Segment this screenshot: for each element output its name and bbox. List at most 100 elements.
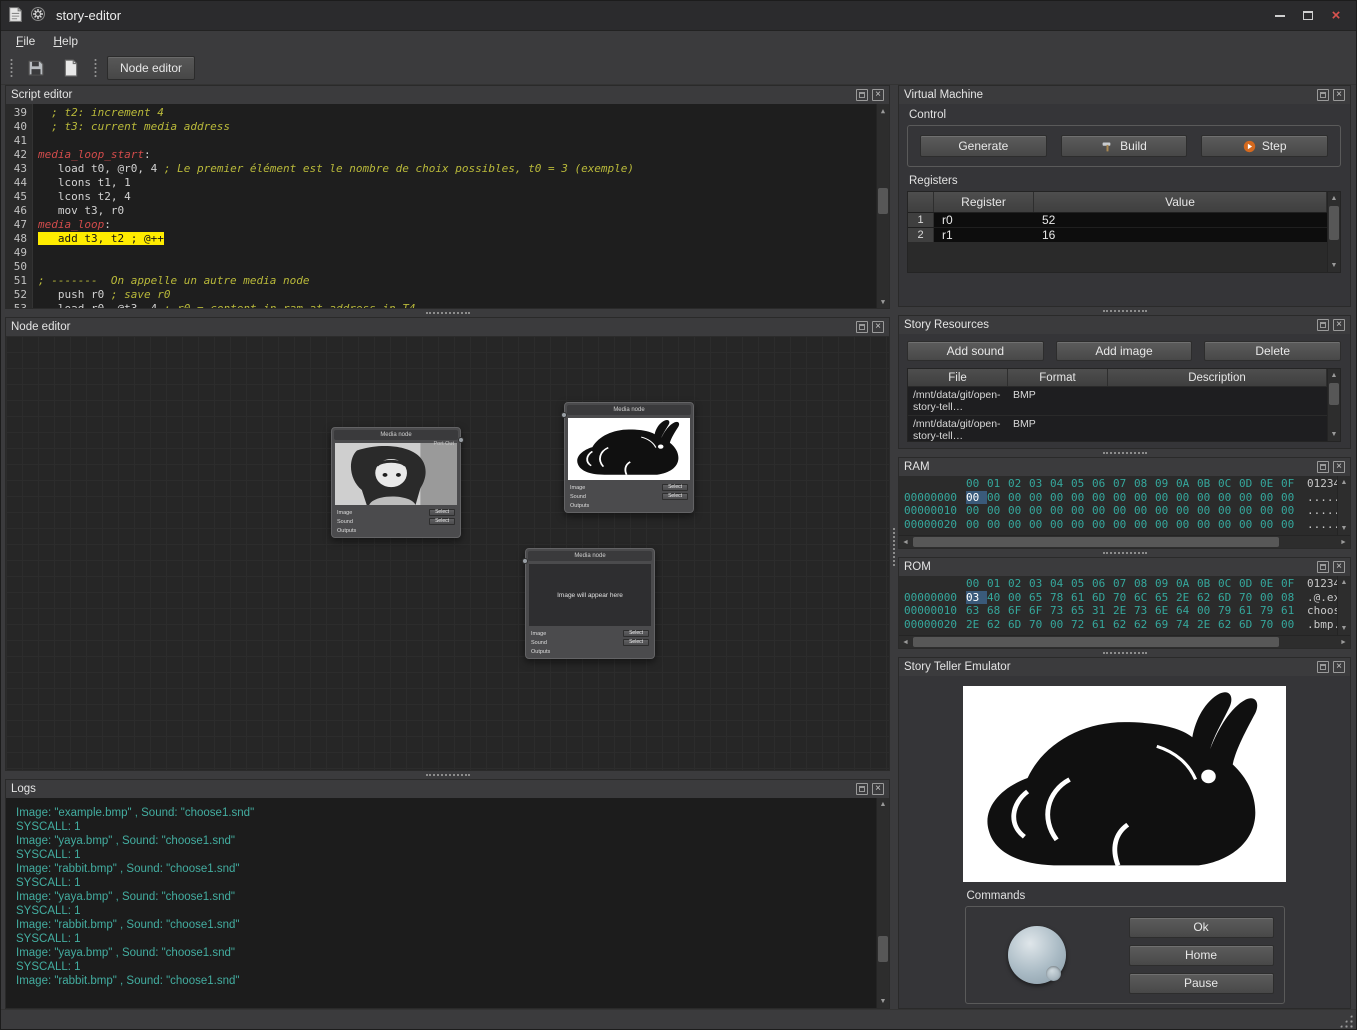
close-panel-icon[interactable]: × bbox=[1333, 89, 1345, 101]
hex-byte-cell[interactable]: 2E bbox=[1176, 591, 1197, 605]
hex-byte-cell[interactable]: 00 bbox=[1197, 518, 1218, 532]
hex-byte-cell[interactable]: 00 bbox=[1134, 504, 1155, 518]
hex-byte-cell[interactable]: 68 bbox=[987, 604, 1008, 618]
hex-byte-cell[interactable]: 00 bbox=[1008, 504, 1029, 518]
hex-byte-cell[interactable]: 61 bbox=[1239, 604, 1260, 618]
hex-byte-cell[interactable]: 00 bbox=[1197, 491, 1218, 505]
hex-byte-cell[interactable]: 00 bbox=[966, 491, 987, 505]
resize-grip[interactable] bbox=[1339, 1014, 1353, 1028]
hex-byte-cell[interactable]: 6D bbox=[1008, 618, 1029, 632]
float-panel-icon[interactable] bbox=[856, 783, 868, 795]
hex-byte-cell[interactable]: 03 bbox=[966, 591, 987, 605]
register-value-cell[interactable]: 52 bbox=[1034, 213, 1327, 227]
hex-byte-cell[interactable]: 00 bbox=[1134, 491, 1155, 505]
float-panel-icon[interactable] bbox=[1317, 661, 1329, 673]
file-column-header[interactable]: File bbox=[908, 369, 1008, 386]
hex-byte-cell[interactable]: 6E bbox=[1155, 604, 1176, 618]
hex-byte-cell[interactable]: 62 bbox=[1113, 618, 1134, 632]
hex-byte-cell[interactable]: 00 bbox=[966, 518, 987, 532]
hex-byte-cell[interactable]: 00 bbox=[1008, 491, 1029, 505]
hex-byte-cell[interactable]: 65 bbox=[1155, 591, 1176, 605]
rom-vscrollbar[interactable]: ▲ ▼ bbox=[1337, 576, 1350, 635]
hex-byte-cell[interactable]: 00 bbox=[1197, 604, 1218, 618]
hex-byte-cell[interactable]: 00 bbox=[1050, 504, 1071, 518]
menu-help[interactable]: Help bbox=[44, 33, 87, 49]
hex-byte-cell[interactable]: 00 bbox=[1260, 518, 1281, 532]
ram-vscrollbar[interactable]: ▲ ▼ bbox=[1337, 476, 1350, 535]
hex-byte-cell[interactable]: 62 bbox=[1134, 618, 1155, 632]
ram-hex[interactable]: 000102030405060708090A0B0C0D0E0F01234567… bbox=[899, 476, 1337, 535]
scroll-down-icon[interactable]: ▼ bbox=[877, 295, 889, 308]
hex-byte-cell[interactable]: 00 bbox=[1071, 504, 1092, 518]
media-node-3[interactable]: Media node Image will appear here ImageS… bbox=[525, 548, 655, 659]
hex-byte-cell[interactable]: 00 bbox=[1050, 491, 1071, 505]
build-button[interactable]: Build bbox=[1061, 135, 1188, 157]
hex-byte-cell[interactable]: 70 bbox=[1260, 618, 1281, 632]
hex-byte-cell[interactable]: 00 bbox=[1008, 518, 1029, 532]
hex-byte-cell[interactable]: 00 bbox=[987, 504, 1008, 518]
select-sound-button[interactable]: Select bbox=[429, 518, 455, 525]
ok-button[interactable]: Ok bbox=[1129, 917, 1274, 938]
hex-byte-cell[interactable]: 00 bbox=[1176, 518, 1197, 532]
node-canvas[interactable]: Media node Port Out ImageSelect SoundSel… bbox=[6, 336, 889, 770]
hex-byte-cell[interactable]: 00 bbox=[1113, 491, 1134, 505]
hex-byte-cell[interactable]: 00 bbox=[1260, 504, 1281, 518]
hex-byte-cell[interactable]: 2E bbox=[966, 618, 987, 632]
float-panel-icon[interactable] bbox=[856, 321, 868, 333]
hex-byte-cell[interactable]: 69 bbox=[1155, 618, 1176, 632]
register-name-cell[interactable]: r1 bbox=[934, 228, 1034, 242]
hex-byte-cell[interactable]: 6F bbox=[1008, 604, 1029, 618]
hex-byte-cell[interactable]: 00 bbox=[1071, 518, 1092, 532]
select-image-button[interactable]: Select bbox=[662, 484, 688, 491]
scroll-down-icon[interactable]: ▼ bbox=[1328, 428, 1340, 441]
resource-format-cell[interactable]: BMP bbox=[1008, 416, 1108, 442]
select-sound-button[interactable]: Select bbox=[662, 493, 688, 500]
select-image-button[interactable]: Select bbox=[623, 630, 649, 637]
splitter-handle[interactable] bbox=[898, 307, 1351, 315]
format-column-header[interactable]: Format bbox=[1008, 369, 1108, 386]
rom-hex[interactable]: 000102030405060708090A0B0C0D0E0F01234567… bbox=[899, 576, 1337, 635]
splitter-handle[interactable] bbox=[5, 309, 890, 317]
hex-byte-cell[interactable]: 00 bbox=[1239, 518, 1260, 532]
hex-byte-cell[interactable]: 00 bbox=[1008, 591, 1029, 605]
hex-byte-cell[interactable]: 62 bbox=[987, 618, 1008, 632]
media-node-2[interactable]: Media node ImageSelect SoundSelect Outpu… bbox=[564, 402, 694, 513]
register-column-header[interactable]: Register bbox=[934, 192, 1034, 212]
maximize-button[interactable] bbox=[1294, 5, 1322, 27]
splitter-handle[interactable] bbox=[890, 85, 898, 1009]
hex-byte-cell[interactable]: 00 bbox=[1134, 518, 1155, 532]
hex-byte-cell[interactable]: 70 bbox=[1113, 591, 1134, 605]
close-panel-icon[interactable]: × bbox=[872, 89, 884, 101]
hex-byte-cell[interactable]: 6D bbox=[1092, 591, 1113, 605]
close-panel-icon[interactable]: × bbox=[872, 321, 884, 333]
float-panel-icon[interactable] bbox=[1317, 319, 1329, 331]
hex-byte-cell[interactable]: 00 bbox=[1176, 504, 1197, 518]
hex-byte-cell[interactable]: 00 bbox=[1260, 491, 1281, 505]
step-button[interactable]: Step bbox=[1201, 135, 1328, 157]
hex-byte-cell[interactable]: 62 bbox=[1218, 618, 1239, 632]
hex-byte-cell[interactable]: 00 bbox=[1218, 504, 1239, 518]
close-panel-icon[interactable]: × bbox=[1333, 461, 1345, 473]
hex-byte-cell[interactable]: 6D bbox=[1239, 618, 1260, 632]
node-editor-toolbar-button[interactable]: Node editor bbox=[107, 56, 195, 80]
close-panel-icon[interactable]: × bbox=[1333, 319, 1345, 331]
hex-byte-cell[interactable]: 00 bbox=[1260, 591, 1281, 605]
hex-byte-cell[interactable]: 79 bbox=[1218, 604, 1239, 618]
hex-byte-cell[interactable]: 00 bbox=[987, 518, 1008, 532]
ram-hscrollbar[interactable]: ◄ ► bbox=[899, 535, 1350, 548]
new-file-button[interactable] bbox=[58, 55, 84, 81]
resource-file-cell[interactable]: /mnt/data/git/open-story-tell… bbox=[908, 387, 1008, 415]
register-name-cell[interactable]: r0 bbox=[934, 213, 1034, 227]
register-row[interactable]: 2r116 bbox=[908, 227, 1327, 242]
hex-byte-cell[interactable]: 00 bbox=[1281, 504, 1302, 518]
splitter-handle[interactable] bbox=[898, 549, 1351, 557]
hex-byte-cell[interactable]: 40 bbox=[987, 591, 1008, 605]
delete-button[interactable]: Delete bbox=[1204, 341, 1341, 361]
scroll-up-icon[interactable]: ▲ bbox=[877, 104, 889, 117]
hex-byte-cell[interactable]: 00 bbox=[1155, 518, 1176, 532]
close-panel-icon[interactable]: × bbox=[1333, 661, 1345, 673]
splitter-handle[interactable] bbox=[5, 771, 890, 779]
hex-byte-cell[interactable]: 00 bbox=[1176, 491, 1197, 505]
hex-byte-cell[interactable]: 00 bbox=[1029, 491, 1050, 505]
hex-byte-cell[interactable]: 73 bbox=[1134, 604, 1155, 618]
